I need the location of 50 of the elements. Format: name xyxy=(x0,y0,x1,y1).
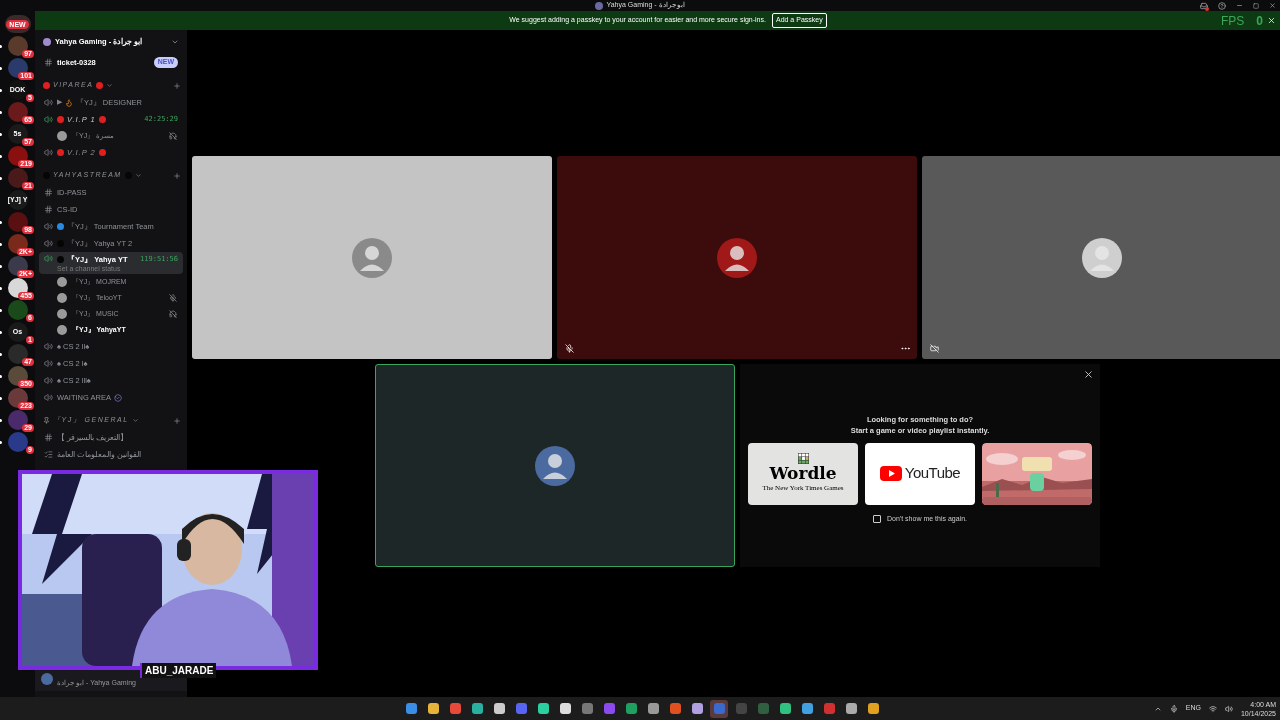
hash-icon xyxy=(44,188,53,197)
speaker-icon xyxy=(44,393,53,402)
hash-icon xyxy=(44,205,53,214)
wifi-icon[interactable] xyxy=(1208,704,1217,713)
grid-icon xyxy=(797,453,809,465)
speaker-icon xyxy=(44,115,53,124)
inbox-icon[interactable] xyxy=(1200,1,1208,10)
hash-icon xyxy=(44,433,53,442)
server-icon xyxy=(43,38,51,46)
avatar[interactable] xyxy=(41,673,53,685)
speaker-icon xyxy=(44,376,53,385)
close-icon[interactable] xyxy=(1083,369,1094,380)
video-tile[interactable] xyxy=(557,156,917,359)
maximize-icon[interactable] xyxy=(1253,2,1259,9)
video-tile[interactable] xyxy=(375,364,735,567)
play-icon xyxy=(879,466,902,481)
help-icon[interactable] xyxy=(1218,1,1226,10)
close-icon[interactable] xyxy=(1269,2,1276,9)
minimize-icon[interactable] xyxy=(1236,2,1243,9)
speaker-icon xyxy=(44,222,53,231)
fps-label: FPS xyxy=(1220,12,1245,30)
speaker-icon xyxy=(44,359,53,368)
checkbox[interactable] xyxy=(873,514,882,523)
checklist-icon xyxy=(44,450,53,459)
youtube-title: YouTube xyxy=(904,463,961,484)
plus-icon[interactable] xyxy=(173,171,181,180)
video-tile[interactable] xyxy=(192,156,552,359)
speaker-icon xyxy=(44,148,53,157)
mic-off-icon xyxy=(169,294,177,302)
mic-off-icon xyxy=(565,344,574,353)
server-icon xyxy=(594,1,603,10)
plus-icon[interactable] xyxy=(173,81,181,90)
video-tile[interactable] xyxy=(922,156,1280,359)
streamer-name-label: ABU_JARADE xyxy=(140,663,217,678)
plus-icon[interactable] xyxy=(173,416,181,425)
speaker-icon xyxy=(44,98,53,107)
volume-icon[interactable] xyxy=(1224,704,1233,713)
wordle-title: Wordle xyxy=(769,464,837,484)
mic-icon[interactable] xyxy=(1169,704,1178,713)
hash-icon xyxy=(44,58,53,67)
headphones-off-icon xyxy=(169,132,177,140)
headphones-off-icon xyxy=(169,310,177,318)
youtube-card[interactable]: YouTube xyxy=(865,442,975,505)
speaker-icon xyxy=(44,239,53,248)
speaker-icon xyxy=(44,254,53,263)
avatar xyxy=(57,131,67,141)
fps-value: 0 xyxy=(1256,12,1263,30)
speaker-icon xyxy=(44,342,53,351)
chevron-icon[interactable] xyxy=(171,38,179,46)
camera-off-icon xyxy=(930,344,939,353)
